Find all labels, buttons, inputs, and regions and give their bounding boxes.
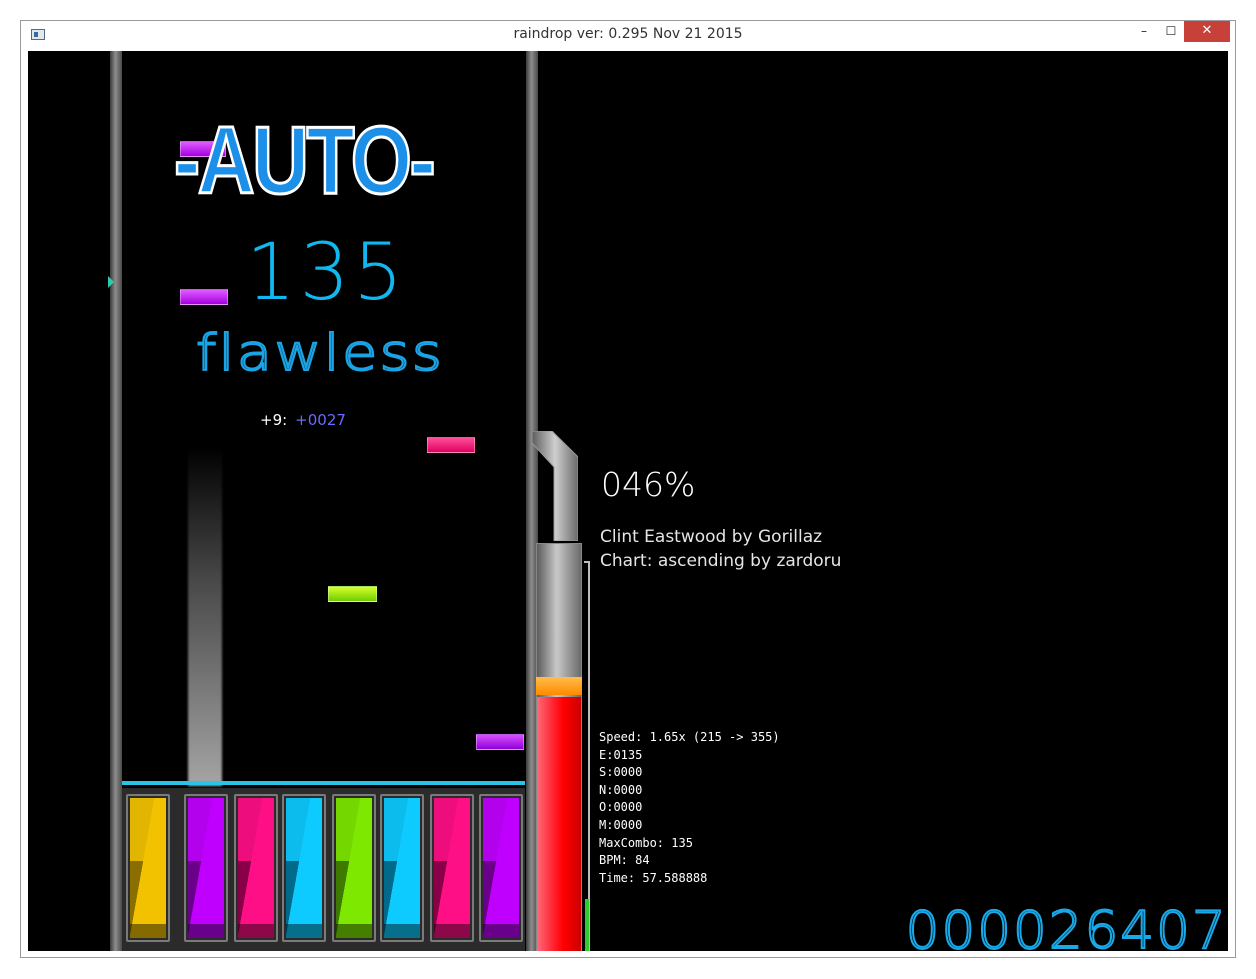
stat-bpm: BPM: 84: [599, 853, 650, 868]
lane-key-base: [434, 924, 470, 938]
lane-key-3[interactable]: [234, 794, 278, 942]
lane-key-face: [238, 798, 274, 938]
lane-marker-icon: [108, 276, 114, 288]
stat-n: N:0000: [599, 782, 643, 797]
lane-key-face: [130, 798, 166, 938]
lane-key-shine: [483, 798, 519, 938]
lane-key-base: [188, 924, 224, 938]
timing-offset: +9: +0027: [260, 411, 346, 429]
lane-key-shine: [434, 798, 470, 938]
lane-key-shine: [188, 798, 224, 938]
offset-value: +0027: [295, 411, 346, 429]
auto-mode-label: -AUTO-: [173, 107, 437, 214]
window-title: raindrop ver: 0.295 Nov 21 2015: [513, 26, 743, 42]
judgement-label: flawless: [195, 324, 445, 382]
chart-author: Chart: ascending by zardoru: [600, 551, 842, 571]
lane-key-shine: [384, 798, 420, 938]
lane-key-base: [238, 924, 274, 938]
stat-o: O:0000: [599, 800, 643, 815]
lane-key-shine: [238, 798, 274, 938]
judgement-line: [122, 781, 525, 785]
note: [180, 289, 228, 305]
song-title: Clint Eastwood by Gorillaz: [600, 527, 823, 547]
lane-key-1[interactable]: [126, 794, 170, 942]
lane-rail-left: [110, 51, 122, 951]
note: [476, 734, 524, 750]
lane-key-base: [286, 924, 322, 938]
stat-time: Time: 57.588888: [599, 870, 708, 885]
lane-key-7[interactable]: [430, 794, 474, 942]
offset-label: +9:: [260, 411, 288, 429]
lane-key-base: [483, 924, 519, 938]
gauge-threshold: [536, 677, 582, 695]
lane-key-6[interactable]: [380, 794, 424, 942]
title-bar[interactable]: raindrop ver: 0.295 Nov 21 2015 – ☐ ✕: [21, 21, 1235, 51]
song-progress: 046%: [601, 465, 696, 504]
lane-key-face: [336, 798, 372, 938]
lane-key-face: [434, 798, 470, 938]
lane-key-4[interactable]: [282, 794, 326, 942]
lane-glow-beam: [188, 446, 222, 786]
game-canvas[interactable]: -AUTO- 135 flawless +9: +0027 046% Clint …: [28, 51, 1228, 951]
lane-key-2[interactable]: [184, 794, 228, 942]
progress-bar: [585, 899, 589, 951]
lane-key-base: [336, 924, 372, 938]
combo-counter: 135: [246, 228, 407, 318]
stat-e: E:0135: [599, 747, 643, 762]
lane-key-8[interactable]: [479, 794, 523, 942]
progress-bracket: [584, 561, 590, 951]
minimize-button[interactable]: –: [1131, 21, 1157, 42]
key-panel: [122, 788, 525, 951]
note: [427, 437, 475, 453]
lane-key-shine: [286, 798, 322, 938]
health-gauge-fill: [537, 697, 581, 951]
lane-key-shine: [130, 798, 166, 938]
stats-panel: Speed: 1.65x (215 -> 355) E:0135 S:0000 …: [599, 729, 780, 887]
lane-key-shine: [336, 798, 372, 938]
stat-max-combo: MaxCombo: 135: [599, 835, 693, 850]
note: [328, 586, 377, 602]
lane-key-face: [384, 798, 420, 938]
lane-key-face: [483, 798, 519, 938]
stat-speed: Speed: 1.65x (215 -> 355): [599, 730, 780, 744]
score-counter: 000026407: [905, 901, 1228, 951]
lane-key-base: [384, 924, 420, 938]
close-button[interactable]: ✕: [1184, 21, 1230, 42]
stat-s: S:0000: [599, 765, 643, 780]
lane-key-base: [130, 924, 166, 938]
maximize-button[interactable]: ☐: [1158, 21, 1184, 42]
game-window: raindrop ver: 0.295 Nov 21 2015 – ☐ ✕ -A…: [20, 20, 1236, 958]
lane-key-face: [286, 798, 322, 938]
gauge-cap: [532, 431, 578, 541]
lane-key-5[interactable]: [332, 794, 376, 942]
stat-m: M:0000: [599, 817, 643, 832]
lane-key-face: [188, 798, 224, 938]
